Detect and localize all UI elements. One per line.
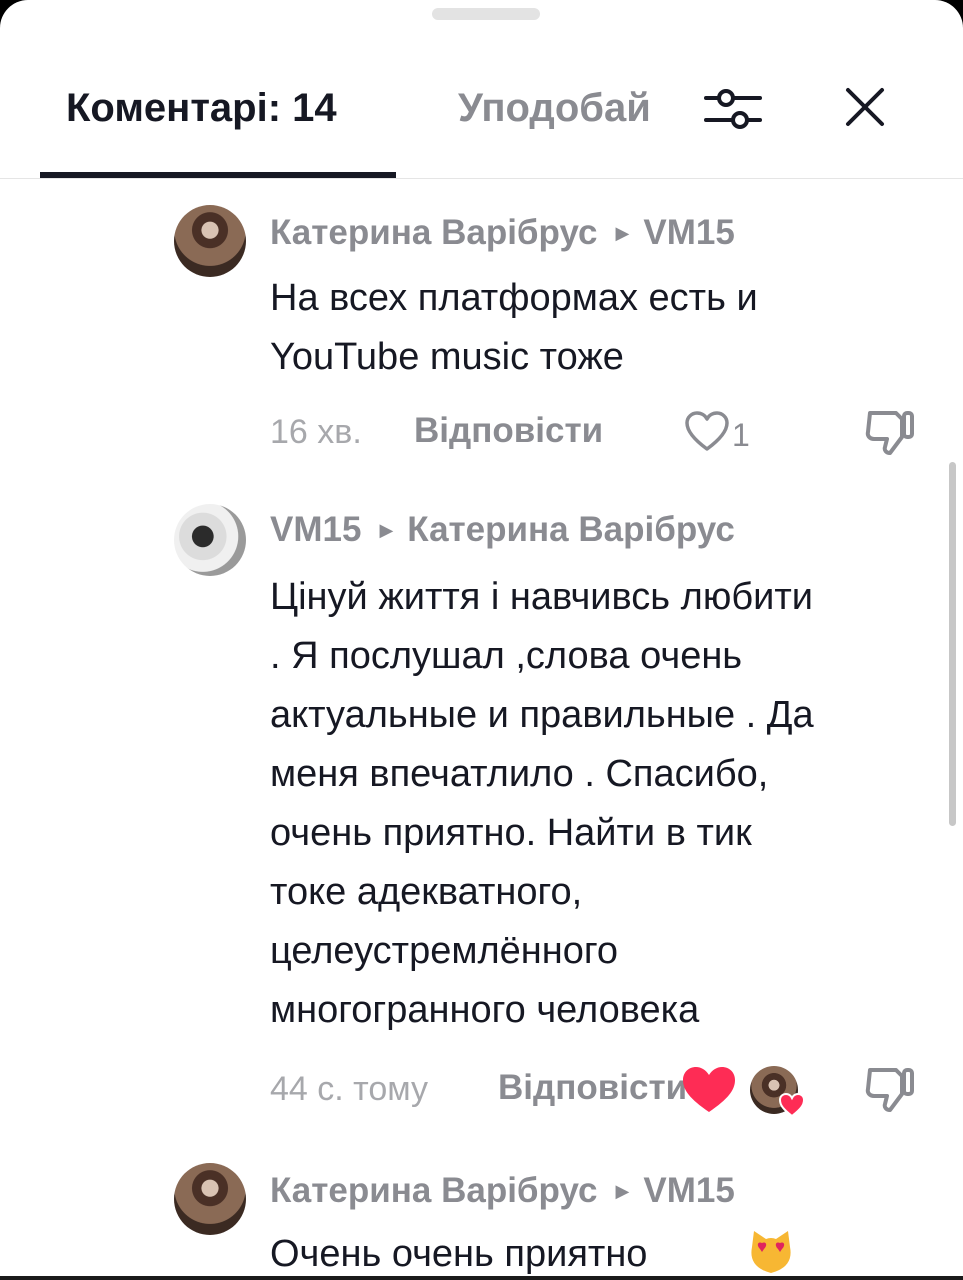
like-count: 1 [732,417,750,453]
comment-meta: Катерина Варібрус ▶ VM15 [270,213,735,253]
filter-icon[interactable] [702,84,764,134]
comment-meta: VM15 ▶ Катерина Варібрус [270,510,735,550]
creator-liked-badge [748,1064,808,1120]
avatar[interactable] [174,1163,246,1235]
tab-bar: Коментарі: 14 Уподобай [0,60,963,180]
reply-button[interactable]: Відповісти [414,411,603,451]
triangle-right-icon: ▶ [379,519,394,540]
comment-author[interactable]: VM15 [270,510,361,550]
comment-reply-to[interactable]: VM15 [643,1171,734,1211]
triangle-right-icon: ▶ [615,1180,630,1201]
triangle-right-icon: ▶ [615,222,630,243]
like-button[interactable]: 1 [684,409,784,459]
bottom-edge [0,1276,963,1280]
tabs-divider [0,178,963,179]
reply-button[interactable]: Відповісти [498,1068,687,1108]
comments-sheet: Коментарі: 14 Уподобай Катерина Варібрус… [0,0,963,1280]
comment-text: На всех платформах есть и YouTube music … [270,277,758,378]
heart-filled-icon[interactable] [680,1064,738,1116]
close-icon[interactable] [842,84,888,130]
thumbs-down-icon[interactable] [862,1064,918,1114]
tab-likes[interactable]: Уподобай [458,86,670,131]
comment-author[interactable]: Катерина Варібрус [270,1171,598,1211]
sheet-grabber[interactable] [432,8,540,20]
comment-meta: Катерина Варібрус ▶ VM15 [270,1171,735,1211]
avatar[interactable] [174,504,246,576]
heart-badge-icon [778,1092,806,1118]
comment-time: 44 с. тому [270,1070,429,1108]
heart-outline-icon [685,411,729,451]
comment-reply-to[interactable]: VM15 [643,213,734,253]
tab-comments[interactable]: Коментарі: 14 [66,86,337,131]
scrollbar[interactable] [949,462,956,826]
comment-time: 16 хв. [270,413,362,451]
thumbs-down-icon[interactable] [862,407,918,457]
comment-text: Очень очень приятно [270,1233,648,1275]
comment-author[interactable]: Катерина Варібрус [270,213,598,253]
avatar[interactable] [174,205,246,277]
comment-reply-to[interactable]: Катерина Варібрус [407,510,735,550]
comment-text: Цінуй життя і навчивсь любити . Я послуш… [270,576,814,1031]
heart-eyes-cat-emoji [746,1227,796,1277]
